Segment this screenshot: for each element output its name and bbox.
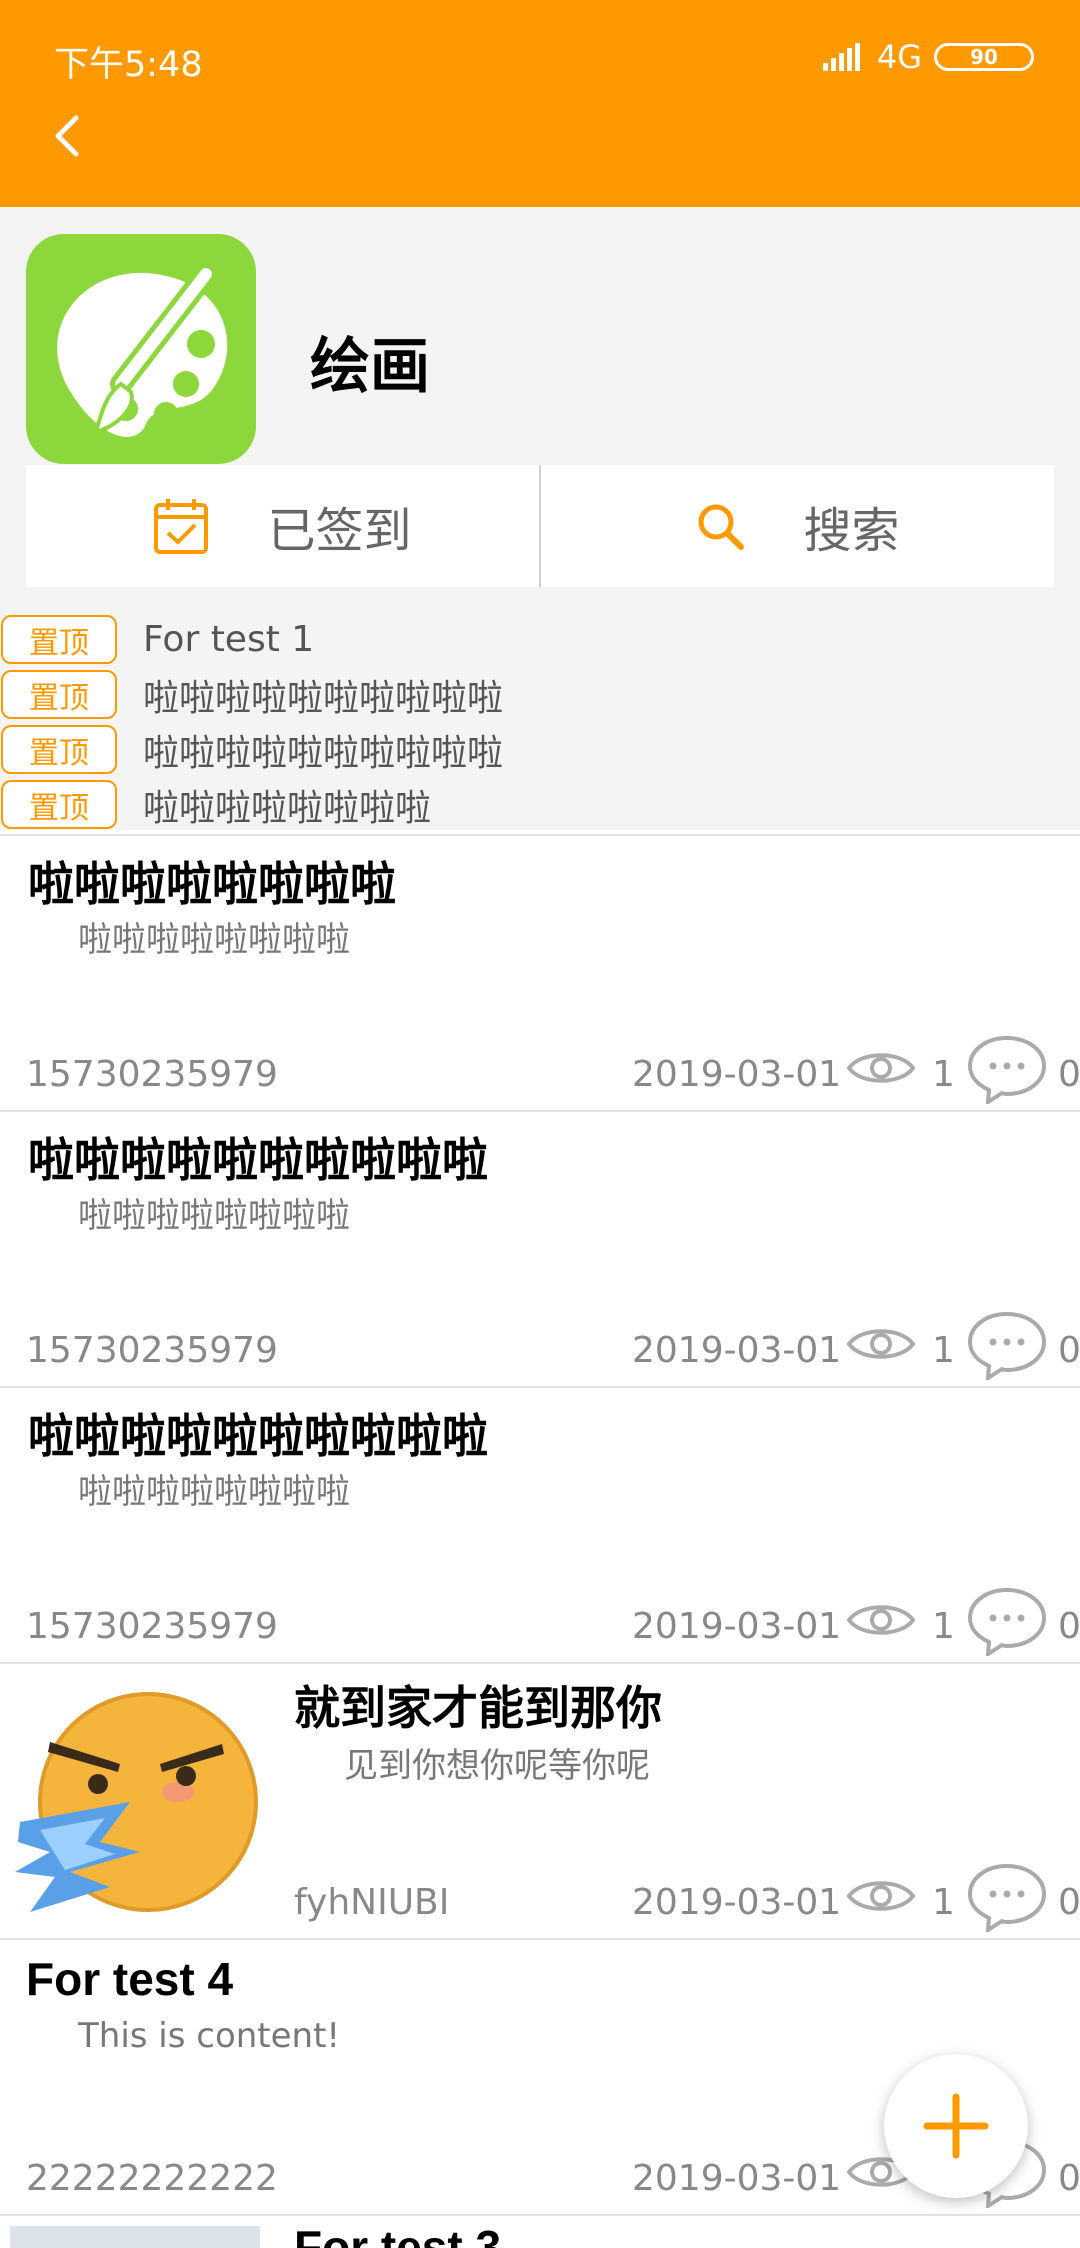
comment-count: 0: [1058, 1054, 1080, 1095]
view-count: 1: [932, 1882, 955, 1923]
action-bar: 已签到 搜索: [26, 465, 1054, 587]
eye-icon: [846, 1053, 916, 1083]
post-title: 就到家才能到那你: [294, 1681, 662, 1735]
chat-bubble-icon: [967, 1863, 1047, 1932]
plus-icon: [923, 2093, 989, 2159]
post-title: For test 3: [294, 2221, 502, 2248]
search-icon: [698, 504, 745, 550]
pinned-item[interactable]: 置顶 啦啦啦啦啦啦啦啦啦啦: [0, 722, 1080, 777]
pinned-item[interactable]: 置顶 啦啦啦啦啦啦啦啦: [0, 777, 1080, 832]
pinned-title: 啦啦啦啦啦啦啦啦: [143, 787, 432, 829]
pinned-list: 置顶 For test 1 置顶 啦啦啦啦啦啦啦啦啦啦 置顶 啦啦啦啦啦啦啦啦啦…: [0, 612, 1080, 832]
post-author: fyhNIUBI: [294, 1882, 450, 1923]
checkin-label: 已签到: [267, 503, 412, 559]
palette-icon: [26, 234, 256, 464]
post-content: 见到你想你呢等你呢: [344, 1746, 650, 1786]
pinned-badge: 置顶: [1, 780, 117, 829]
search-button[interactable]: 搜索: [541, 465, 1054, 587]
view-count: 1: [932, 1606, 955, 1647]
pinned-badge: 置顶: [1, 725, 117, 774]
pinned-badge: 置顶: [1, 670, 117, 719]
post-author: 15730235979: [26, 1054, 278, 1095]
eye-icon: [846, 1329, 916, 1359]
pinned-badge: 置顶: [1, 615, 117, 664]
pinned-title: 啦啦啦啦啦啦啦啦啦啦: [143, 677, 504, 719]
status-indicators: 4G 90: [822, 34, 1034, 80]
angry-emoji-icon: [15, 1692, 258, 1912]
post-item[interactable]: 啦啦啦啦啦啦啦啦啦啦 啦啦啦啦啦啦啦啦 15730235979 2019-03-…: [0, 1110, 1080, 1386]
comment-count: 0: [1058, 2158, 1080, 2199]
pinned-title: For test 1: [143, 619, 315, 660]
board-title: 绘画: [310, 332, 430, 402]
post-item[interactable]: 啦啦啦啦啦啦啦啦 啦啦啦啦啦啦啦啦 15730235979 2019-03-01…: [0, 834, 1080, 1110]
eye-icon: [846, 1605, 916, 1635]
post-content: This is content!: [78, 2016, 341, 2056]
post-title: For test 4: [26, 1953, 234, 2005]
checkin-button[interactable]: 已签到: [26, 465, 539, 587]
add-post-button[interactable]: [884, 2054, 1028, 2198]
post-item[interactable]: 啦啦啦啦啦啦啦啦啦啦 啦啦啦啦啦啦啦啦 15730235979 2019-03-…: [0, 1386, 1080, 1662]
post-title: 啦啦啦啦啦啦啦啦啦啦: [28, 1133, 488, 1187]
post-date: 2019-03-01: [632, 1054, 842, 1095]
comment-count: 0: [1058, 1882, 1080, 1923]
pinned-title: 啦啦啦啦啦啦啦啦啦啦: [143, 732, 504, 774]
post-title: 啦啦啦啦啦啦啦啦: [28, 857, 396, 911]
post-content: 啦啦啦啦啦啦啦啦: [78, 1196, 350, 1236]
post-content: 啦啦啦啦啦啦啦啦: [78, 920, 350, 960]
post-author: 15730235979: [26, 1330, 278, 1371]
back-arrow-icon[interactable]: [42, 108, 98, 164]
view-count: 1: [932, 1054, 955, 1095]
post-content: 啦啦啦啦啦啦啦啦: [78, 1472, 350, 1512]
chat-bubble-icon: [967, 1587, 1047, 1656]
post-date: 2019-03-01: [632, 1882, 842, 1923]
chat-bubble-icon: [967, 1311, 1047, 1380]
comment-count: 0: [1058, 1330, 1080, 1371]
post-author: 22222222222: [26, 2158, 278, 2199]
app-bar: 下午5:48 4G 90: [0, 0, 1080, 207]
post-item[interactable]: For test 3: [0, 2214, 1080, 2248]
status-time: 下午5:48: [54, 45, 203, 85]
post-date: 2019-03-01: [632, 1330, 842, 1371]
post-date: 2019-03-01: [632, 1606, 842, 1647]
post-item[interactable]: 就到家才能到那你 见到你想你呢等你呢 fyhNIUBI 2019-03-01 1…: [0, 1662, 1080, 1938]
battery-indicator: 90: [934, 43, 1034, 71]
network-type: 4G: [876, 38, 922, 76]
post-thumbnail: [10, 2226, 260, 2248]
post-title: 啦啦啦啦啦啦啦啦啦啦: [28, 1409, 488, 1463]
signal-icon: [822, 43, 860, 71]
comment-count: 0: [1058, 1606, 1080, 1647]
pinned-item[interactable]: 置顶 For test 1: [0, 612, 1080, 667]
calendar-check-icon: [154, 499, 209, 554]
view-count: 1: [932, 1330, 955, 1371]
post-date: 2019-03-01: [632, 2158, 842, 2199]
pinned-item[interactable]: 置顶 啦啦啦啦啦啦啦啦啦啦: [0, 667, 1080, 722]
search-label: 搜索: [803, 503, 900, 559]
post-author: 15730235979: [26, 1606, 278, 1647]
eye-icon: [846, 1881, 916, 1911]
chat-bubble-icon: [967, 1035, 1047, 1104]
